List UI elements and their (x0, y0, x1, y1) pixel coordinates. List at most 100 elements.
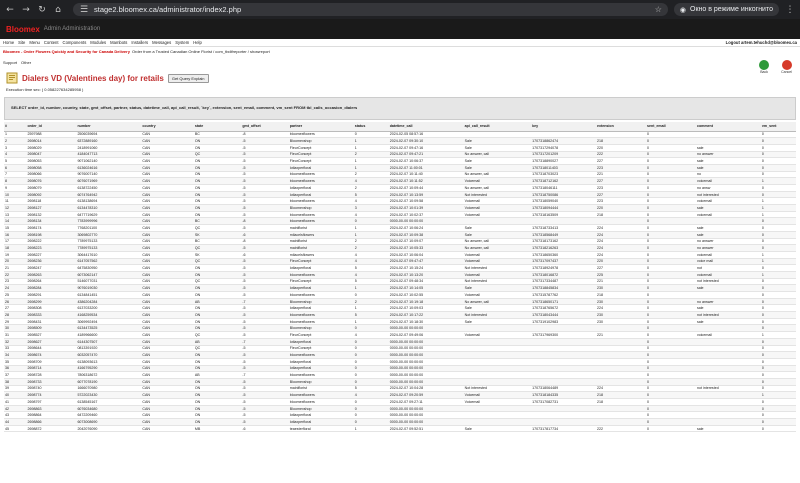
menu-site[interactable]: Site (18, 40, 25, 45)
table-cell: 0 (760, 137, 796, 145)
table-row: 19 2698227 3064417610 CAN SK -6 milacelsflower… (4, 251, 796, 259)
column-header[interactable]: gmt_offset (241, 122, 289, 132)
breadcrumb-site[interactable]: Bloomex - Order Flowers Quickly and Secu… (3, 49, 130, 54)
browser-menu-icon[interactable]: ⋮ (785, 5, 795, 15)
address-bar[interactable]: ☰ stage2.bloomex.ca/administrator/index2… (73, 3, 668, 16)
table-cell: 2024-02-07 10:05:33 (388, 244, 464, 252)
forward-icon[interactable]: → (21, 5, 31, 15)
menu-components[interactable]: Components (63, 40, 87, 45)
table-cell (596, 365, 646, 373)
cancel-button[interactable]: Cancel (781, 60, 792, 74)
table-cell: bloomexflowers (288, 171, 354, 179)
menu-content[interactable]: Content (44, 40, 59, 45)
table-cell: 1707318862474 (531, 137, 597, 145)
subnav-other[interactable]: Other (21, 60, 31, 65)
subnav-support[interactable]: Support (3, 60, 17, 65)
table-cell (695, 338, 761, 346)
menu-installers[interactable]: Installers (131, 40, 148, 45)
table-cell (531, 358, 597, 366)
table-cell (695, 131, 761, 139)
column-header[interactable]: datetime_call (388, 122, 464, 132)
table-cell: 33 (4, 345, 27, 353)
menu-menu[interactable]: Menu (29, 40, 39, 45)
table-cell: 1 (760, 251, 796, 259)
column-header[interactable]: order_id (26, 122, 77, 132)
table-cell: CAN (141, 351, 194, 359)
column-header[interactable]: extension (596, 122, 646, 132)
table-cell: ON (193, 358, 242, 366)
menu-system[interactable]: System (175, 40, 189, 45)
back-icon[interactable]: ← (5, 5, 15, 15)
table-cell: CAN (141, 425, 194, 433)
column-header[interactable]: number (76, 122, 142, 132)
table-cell: 2698066 (26, 171, 77, 179)
column-header[interactable]: comment (695, 122, 761, 132)
table-cell: 230 (596, 311, 646, 319)
column-header[interactable]: country (141, 122, 194, 132)
column-header[interactable]: sent_email (646, 122, 696, 132)
column-header[interactable]: # (4, 122, 27, 132)
table-cell: CAN (141, 184, 194, 192)
table-cell: 2698092 (26, 191, 77, 199)
table-cell: ON (193, 385, 242, 393)
table-cell: CAN (141, 298, 194, 306)
query-explain-button[interactable]: Get Query Explain (167, 73, 209, 83)
table-cell: 12 (4, 204, 27, 212)
column-header[interactable]: state (193, 122, 242, 132)
menu-mambots[interactable]: Mambots (110, 40, 127, 45)
table-cell: -5 (241, 271, 289, 279)
table-cell: -5 (241, 177, 289, 185)
table-cell: CAN (141, 391, 194, 399)
table-cell: 2418991060 (76, 144, 142, 152)
table-cell: 2698797 (26, 398, 77, 406)
column-header[interactable]: partner (288, 122, 354, 132)
table-cell: 4 (353, 211, 389, 219)
bookmark-star-icon[interactable]: ☆ (655, 5, 662, 14)
table-cell (531, 131, 597, 139)
table-cell: 9076007140 (76, 171, 142, 179)
column-header[interactable]: vm_sent (760, 122, 796, 132)
menu-messages[interactable]: Messages (152, 40, 171, 45)
table-cell: 6475830950 (76, 264, 142, 272)
table-cell: 6032057470 (76, 351, 142, 359)
back-button[interactable]: Back (759, 60, 770, 74)
table-cell: 0 (760, 171, 796, 179)
site-info-icon[interactable]: ☰ (79, 5, 89, 15)
table-cell: ON (193, 171, 242, 179)
table-cell (531, 338, 597, 346)
table-cell: 0 (760, 411, 796, 420)
incognito-indicator[interactable]: ◉ Окно в режиме инкогнито (673, 3, 779, 16)
table-cell: 1707318712162 (531, 177, 597, 185)
menu-modules[interactable]: Modules (90, 40, 106, 45)
table-cell: 0000-00-00 00:00:00 (388, 324, 464, 333)
reload-icon[interactable]: ↻ (37, 5, 47, 15)
menu-help[interactable]: Help (193, 40, 202, 45)
table-cell: 2024-02-07 10:09:58 (388, 197, 464, 206)
table-cell: 2698263 (26, 271, 77, 279)
table-cell: 0 (646, 391, 696, 399)
table-cell: 1707317294078 (531, 144, 597, 152)
table-cell: 0000-00-00 00:00:00 (388, 378, 464, 386)
column-header[interactable]: key (531, 122, 597, 132)
table-cell: 230 (596, 298, 646, 306)
table-cell: 2024-02-07 10:09:38 (388, 231, 464, 239)
home-icon[interactable]: ⌂ (53, 5, 63, 15)
table-cell (695, 398, 761, 406)
table-cell: Bloomexshop (288, 324, 354, 333)
table-cell: 2698014 (26, 137, 77, 145)
column-header[interactable]: status (353, 122, 389, 132)
page-header: Dialers VD (Valentines day) for retails … (0, 69, 800, 87)
table-row: 44 2698866 6073008690 CAN ON -5 lotlaxperflora… (4, 418, 796, 426)
table-cell: 3 (353, 204, 389, 212)
table-cell: lotlaxperfloral (288, 184, 354, 192)
table-cell: 0 (646, 291, 696, 299)
table-cell: 6076034680 (76, 405, 142, 413)
table-cell (596, 345, 646, 353)
column-header[interactable]: api_call_result (463, 122, 532, 132)
table-cell: 3064417610 (76, 251, 142, 259)
logout-link[interactable]: Logout artem.tehuchd@bloomex.ca (726, 40, 797, 45)
table-cell: 224 (596, 238, 646, 246)
table-cell: CAN (141, 157, 194, 165)
table-cell: CAN (141, 338, 194, 346)
menu-home[interactable]: Home (3, 40, 14, 45)
